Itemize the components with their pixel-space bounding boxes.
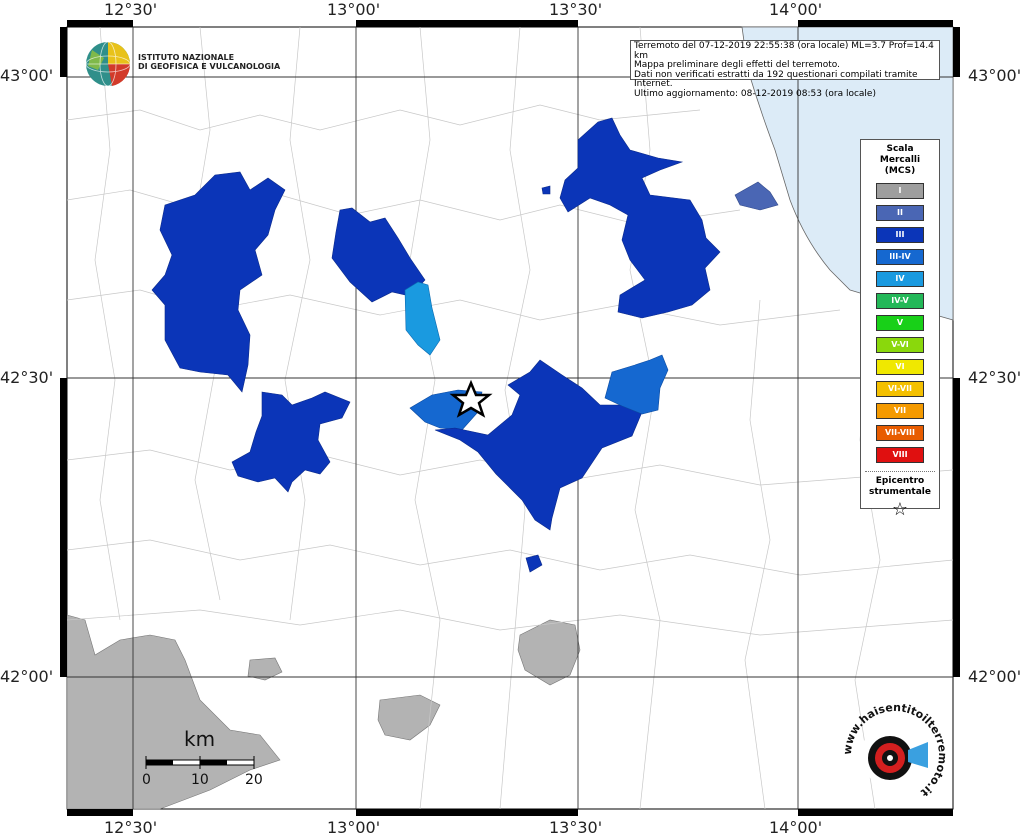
lat-label-right-1: 43°00' — [968, 66, 1022, 85]
legend-level-7: V-VI — [876, 337, 924, 353]
ingv-name-line1: ISTITUTO NAZIONALE — [138, 53, 235, 62]
legend-title-line3: (MCS) — [884, 166, 916, 176]
info-line-4: Ultimo aggiornamento: 08-12-2019 08:53 (… — [634, 88, 876, 99]
lat-label-left-2: 42°30' — [0, 368, 54, 387]
lat-label-left-3: 42°00' — [0, 667, 54, 686]
lat-label-right-2: 42°30' — [968, 368, 1022, 387]
legend-level-12: VIII — [876, 447, 924, 463]
legend-separator — [865, 471, 935, 472]
haisentito-logo-icon: www.haisentitoilterremoto.it — [841, 701, 949, 799]
scale-tick-0: 0 — [142, 772, 151, 788]
lon-label-bottom-3: 13°30' — [549, 818, 603, 837]
legend-title: Scala Mercalli (MCS) — [861, 144, 939, 177]
legend-levels: I II III III-IV IV IV-V V V-VI VI VI-VII VII VII-VI… — [861, 183, 939, 463]
scale-tick-20: 20 — [245, 772, 263, 788]
lon-label-top-1: 12°30' — [104, 0, 158, 19]
ingv-name: ISTITUTO NAZIONALE DI GEOFISICA E VULCAN… — [138, 53, 280, 71]
epicentre-label-line1: Epicentro — [875, 476, 925, 486]
epicentre-label-line2: strumentale — [869, 487, 931, 497]
lon-label-top-2: 13°00' — [327, 0, 381, 19]
legend-star-icon: ☆ — [891, 499, 909, 520]
legend-level-3: III-IV — [876, 249, 924, 265]
legend-level-11: VII-VIII — [876, 425, 924, 441]
scale-tick-10: 10 — [191, 772, 209, 788]
scale-unit: km — [184, 727, 216, 751]
legend-level-9: VI-VII — [876, 381, 924, 397]
info-line-1: Terremoto del 07-12-2019 22:55:38 (ora l… — [634, 41, 934, 61]
legend-level-1: II — [876, 205, 924, 221]
earthquake-info-box: Terremoto del 07-12-2019 22:55:38 (ora l… — [630, 40, 940, 98]
mcs-legend: Scala Mercalli (MCS) I II III III-IV IV IV-V V… — [860, 139, 940, 520]
lon-label-top-4: 14°00' — [769, 0, 823, 19]
lon-label-top-3: 13°30' — [549, 0, 603, 19]
lon-label-bottom-2: 13°00' — [327, 818, 381, 837]
lat-label-left-1: 43°00' — [0, 66, 54, 85]
epicentre-label: Epicentro strumentale — [861, 476, 939, 498]
legend-level-10: VII — [876, 403, 924, 419]
lon-label-bottom-1: 12°30' — [104, 818, 158, 837]
legend-title-line2: Mercalli — [879, 155, 921, 165]
legend-level-5: IV-V — [876, 293, 924, 309]
legend-level-8: VI — [876, 359, 924, 375]
legend-level-2: III — [876, 227, 924, 243]
lat-label-right-3: 42°00' — [968, 667, 1022, 686]
ingv-name-line2: DI GEOFISICA E VULCANOLOGIA — [138, 62, 281, 71]
legend-level-0: I — [876, 183, 924, 199]
info-line-3: Dati non verificati estratti da 192 ques… — [634, 69, 918, 89]
legend-title-line1: Scala — [886, 144, 914, 154]
legend-level-6: V — [876, 315, 924, 331]
lon-label-bottom-4: 14°00' — [769, 818, 823, 837]
legend-level-4: IV — [876, 271, 924, 287]
